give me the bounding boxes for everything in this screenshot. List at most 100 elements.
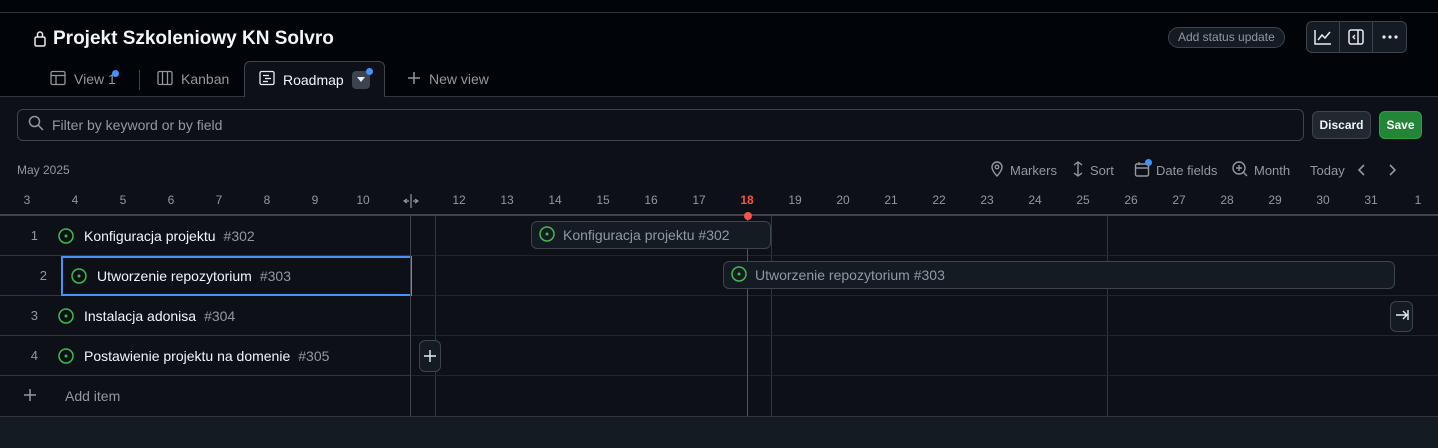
day-label: 25 [1076, 193, 1090, 207]
tab-new-view[interactable]: New view [407, 61, 489, 97]
issue-open-icon [54, 307, 78, 324]
grid-line [771, 216, 772, 416]
day-label: 21 [884, 193, 898, 207]
top-divider [0, 12, 1438, 13]
today-button[interactable]: Today [1310, 160, 1345, 180]
plus-icon [407, 71, 421, 88]
unsaved-dot [112, 70, 119, 77]
day-label: 13 [500, 193, 514, 207]
project-title: Projekt Szkoleniowy KN Solvro [53, 28, 334, 49]
table-row[interactable]: 3 Instalacja adonisa #304 [0, 296, 410, 336]
resize-handle-icon[interactable] [402, 194, 420, 213]
add-status-update-button[interactable]: Add status update [1168, 27, 1285, 48]
day-label: 17 [692, 193, 706, 207]
add-date-button[interactable] [419, 340, 441, 372]
day-label: 1 [1414, 193, 1422, 207]
item-ref: #303 [259, 267, 291, 284]
tab-roadmap[interactable]: Roadmap [244, 61, 385, 98]
search-icon [28, 115, 44, 136]
issue-open-icon [54, 227, 78, 244]
day-label: 5 [119, 193, 127, 207]
day-label: 7 [215, 193, 223, 207]
header-actions [1306, 21, 1407, 53]
footer-area [0, 417, 1438, 448]
day-label: 3 [23, 193, 31, 207]
day-scale: 3456789101112131415161718192021222324252… [0, 193, 1438, 215]
markers-button[interactable]: Markers [990, 160, 1057, 180]
day-label: 23 [980, 193, 994, 207]
row-line [410, 375, 1438, 376]
table-row[interactable]: Utworzenie repozytorium #303 [61, 256, 412, 296]
add-item-label: Add item [65, 388, 121, 404]
insights-icon[interactable] [1307, 22, 1340, 52]
day-label: 14 [548, 193, 562, 207]
project-header: Projekt Szkoleniowy KN Solvro [33, 28, 334, 50]
row-line [410, 255, 1438, 256]
roadmap-icon [259, 70, 275, 89]
day-label: 22 [932, 193, 946, 207]
discard-button[interactable]: Discard [1312, 111, 1371, 139]
day-label: 31 [1364, 193, 1378, 207]
bar-label: Utworzenie repozytorium #303 [755, 267, 945, 283]
grid-line [435, 216, 436, 416]
date-fields-button[interactable]: Date fields [1134, 158, 1217, 180]
item-ref: #304 [204, 307, 236, 324]
zoom-button[interactable]: Month [1232, 160, 1290, 180]
item-title[interactable]: Utworzenie repozytorium [97, 268, 252, 284]
roadmap-bar[interactable]: Konfiguracja projektu #302 [531, 221, 771, 249]
arrow-right-icon [1395, 308, 1409, 326]
pane-divider[interactable] [410, 216, 411, 416]
item-title[interactable]: Instalacja adonisa [84, 308, 196, 324]
day-label: 29 [1268, 193, 1282, 207]
day-label: 19 [788, 193, 802, 207]
roadmap-panel: Discard Save May 2025 Markers Sort Date … [0, 97, 1438, 448]
issue-open-icon [54, 347, 78, 364]
day-label: 16 [644, 193, 658, 207]
sort-button[interactable]: Sort [1072, 160, 1114, 180]
more-icon[interactable] [1373, 22, 1406, 52]
view-tabs: View 1 Kanban Roadmap New view [0, 61, 1438, 98]
chevron-right-icon[interactable] [1388, 160, 1396, 180]
table-row[interactable]: 4 Postawienie projektu na domenie #305 [0, 336, 410, 376]
day-label: 26 [1124, 193, 1138, 207]
filter-bar[interactable] [17, 109, 1304, 141]
day-label: 28 [1220, 193, 1234, 207]
filter-input[interactable] [52, 117, 1252, 133]
calendar-icon [1134, 158, 1152, 180]
view-options-dropdown[interactable] [351, 67, 373, 89]
plus-icon [0, 385, 60, 408]
side-panel-icon[interactable] [1340, 22, 1373, 52]
day-label: 9 [311, 193, 319, 207]
grid-line [1107, 216, 1108, 416]
roadmap-bar[interactable]: Utworzenie repozytorium #303 [723, 261, 1395, 289]
zoom-in-icon [1232, 160, 1248, 180]
unsaved-dot [1145, 158, 1152, 166]
issue-open-icon [731, 265, 747, 285]
day-label: 20 [836, 193, 850, 207]
save-button[interactable]: Save [1379, 111, 1422, 139]
item-ref: #305 [298, 347, 330, 364]
item-title[interactable]: Postawienie projektu na domenie [84, 348, 290, 364]
day-label: 12 [452, 193, 466, 207]
table-row[interactable]: 1 Konfiguracja projektu #302 [0, 216, 410, 256]
unsaved-dot [365, 67, 373, 75]
tab-kanban[interactable]: Kanban [157, 61, 229, 97]
kanban-icon [157, 70, 173, 89]
chevron-left-icon[interactable] [1358, 160, 1366, 180]
tab-divider [139, 70, 140, 90]
day-label: 6 [167, 193, 175, 207]
row-line [410, 295, 1438, 296]
issue-open-icon [539, 225, 555, 245]
marker-pin-icon [990, 160, 1004, 180]
sort-icon [1072, 160, 1084, 180]
scroll-to-item-button[interactable] [1390, 301, 1413, 332]
item-title[interactable]: Konfiguracja projektu [84, 228, 216, 244]
day-label: 4 [71, 193, 79, 207]
day-label: 18 [740, 193, 754, 207]
day-label: 30 [1316, 193, 1330, 207]
month-label: May 2025 [17, 163, 70, 177]
add-item-row[interactable]: Add item [0, 376, 410, 416]
lock-icon [33, 29, 47, 49]
tab-view-1[interactable]: View 1 [50, 61, 119, 97]
table-icon [50, 70, 66, 89]
